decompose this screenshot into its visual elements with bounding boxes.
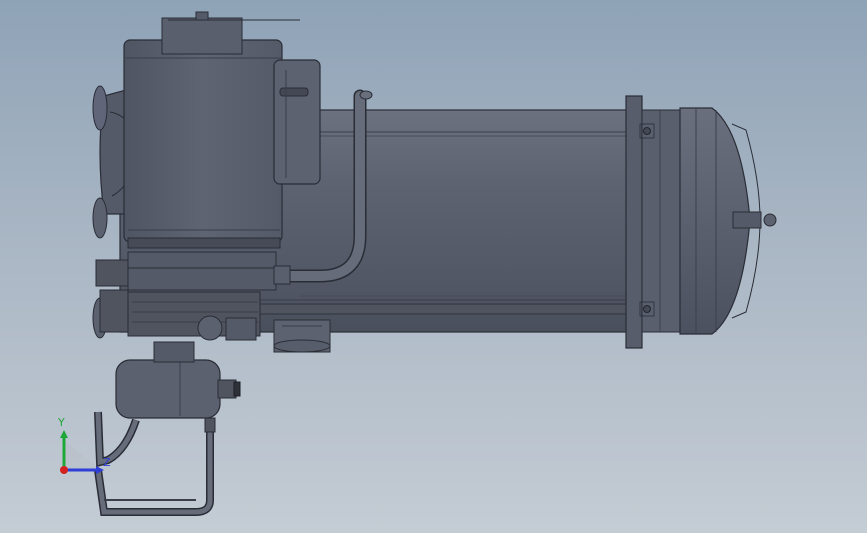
end-cap-dome[interactable] [679, 107, 777, 335]
service-valve[interactable] [273, 319, 331, 353]
compressor-model-view[interactable]: Y Z [0, 0, 867, 533]
accumulator-tank[interactable] [115, 341, 241, 419]
triad-z-label: Z [103, 456, 111, 469]
suction-line[interactable] [94, 411, 216, 516]
end-flange[interactable] [625, 95, 681, 349]
cad-graphics-viewport[interactable]: Y Z [0, 0, 867, 533]
junction-box[interactable] [273, 59, 321, 185]
triad-y-label: Y [57, 416, 65, 429]
